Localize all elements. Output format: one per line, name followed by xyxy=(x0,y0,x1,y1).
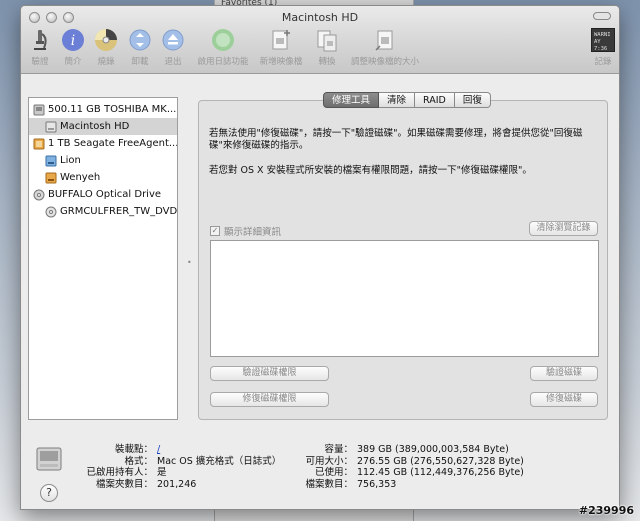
tab-raid[interactable]: RAID xyxy=(415,92,455,108)
sidebar-item-macintosh-hd[interactable]: Macintosh HD xyxy=(29,118,177,135)
verify-disk-button[interactable]: 驗證磁碟 xyxy=(530,366,598,381)
tab-erase[interactable]: 清除 xyxy=(379,92,416,108)
toolbar-new-image-button[interactable]: 新增映像檔 xyxy=(257,28,305,67)
disk-utility-window: Macintosh HD 驗證 i 簡介 燒錄 卸載 退出 啟用日誌功能 新增映… xyxy=(20,5,620,510)
journal-icon xyxy=(212,29,234,51)
permissions-instructions-text: 若您對 OS X 安裝程式所安裝的檔案有權限問題，請按一下"修復磁碟權限"。 xyxy=(209,165,532,176)
volume-blue-icon xyxy=(45,155,57,166)
repair-instructions-text: 若無法使用"修復磁碟"，請按一下"驗證磁碟"。如果磁碟需要修理，將會提供您從"回… xyxy=(209,128,583,151)
sidebar-item-toshiba-disk[interactable]: 500.11 GB TOSHIBA MK... xyxy=(29,101,177,118)
toolbar-info-button[interactable]: i 簡介 xyxy=(58,28,88,67)
help-button[interactable]: ? xyxy=(40,484,58,502)
resize-image-icon xyxy=(375,30,393,51)
toolbar-resize-image-button[interactable]: 調整映像檔的大小 xyxy=(347,28,423,67)
toolbar-log-button[interactable]: WARNI AY 7:36 記錄 xyxy=(589,28,617,67)
tab-bar: 修理工具 清除 RAID 回復 xyxy=(323,92,491,108)
new-image-icon xyxy=(272,30,290,50)
toolbar-burn-button[interactable]: 燒錄 xyxy=(91,28,121,67)
details-log-area[interactable] xyxy=(210,240,599,357)
burn-disc-icon xyxy=(95,29,117,51)
sidebar-item-dvd[interactable]: GRMCULFRER_TW_DVD xyxy=(29,203,177,220)
internal-disk-icon xyxy=(33,104,45,115)
repair-permissions-button[interactable]: 修復磁碟權限 xyxy=(210,392,329,407)
volume-info-right: 容量： 389 GB (389,000,003,584 Byte) 可用大小： 27… xyxy=(305,444,524,490)
disk-list-sidebar: 500.11 GB TOSHIBA MK... Macintosh HD 1 T… xyxy=(28,97,178,420)
toolbar: 驗證 i 簡介 燒錄 卸載 退出 啟用日誌功能 新增映像檔 轉換 調整映像檔的大… xyxy=(21,28,619,72)
volume-orange-icon xyxy=(45,172,57,183)
log-icon: WARNI AY 7:36 xyxy=(591,28,615,52)
repair-disk-button[interactable]: 修復磁碟 xyxy=(530,392,598,407)
volume-icon xyxy=(45,121,57,132)
sidebar-item-lion[interactable]: Lion xyxy=(29,152,177,169)
dvd-icon xyxy=(45,206,57,217)
splitter-handle[interactable]: • xyxy=(187,258,192,267)
show-details-checkbox[interactable]: ✓ 顯示詳細資訊 xyxy=(210,224,281,238)
sidebar-item-seagate-disk[interactable]: 1 TB Seagate FreeAgent... xyxy=(29,135,177,152)
toolbar-verify-button[interactable]: 驗證 xyxy=(25,28,55,67)
svg-text:i: i xyxy=(71,33,75,49)
window-title: Macintosh HD xyxy=(281,11,359,24)
external-disk-icon xyxy=(33,138,45,149)
hard-drive-icon xyxy=(36,447,62,471)
tab-restore[interactable]: 回復 xyxy=(454,92,491,108)
watermark: #239996 xyxy=(578,504,634,517)
toolbar-toggle-button[interactable] xyxy=(593,12,611,20)
info-icon: i xyxy=(62,29,84,51)
toolbar-unmount-button[interactable]: 卸載 xyxy=(125,28,155,67)
toolbar-eject-button[interactable]: 退出 xyxy=(158,28,188,67)
sidebar-item-optical-drive[interactable]: BUFFALO Optical Drive xyxy=(29,186,177,203)
volume-info-left: 裝載點： / 格式： Mac OS 擴充格式（日誌式） 已啟用持有人：是 檔案夾數目… xyxy=(86,444,282,490)
verify-permissions-button[interactable]: 驗證磁碟權限 xyxy=(210,366,329,381)
tab-first-aid[interactable]: 修理工具 xyxy=(323,92,380,108)
mount-point-link[interactable]: / xyxy=(153,444,160,455)
toolbar-convert-button[interactable]: 轉換 xyxy=(312,28,342,67)
eject-icon xyxy=(162,29,184,51)
sidebar-item-wenyeh[interactable]: Wenyeh xyxy=(29,169,177,186)
checkmark-icon: ✓ xyxy=(210,226,220,236)
clear-history-button[interactable]: 清除瀏覽記錄 xyxy=(529,221,598,236)
unmount-icon xyxy=(129,29,151,51)
optical-drive-icon xyxy=(33,189,45,200)
microscope-icon xyxy=(34,30,47,50)
toolbar-journaling-button[interactable]: 啟用日誌功能 xyxy=(195,28,251,67)
titlebar: Macintosh HD 驗證 i 簡介 燒錄 卸載 退出 啟用日誌功能 新增映… xyxy=(21,6,619,74)
convert-icon xyxy=(317,30,337,52)
